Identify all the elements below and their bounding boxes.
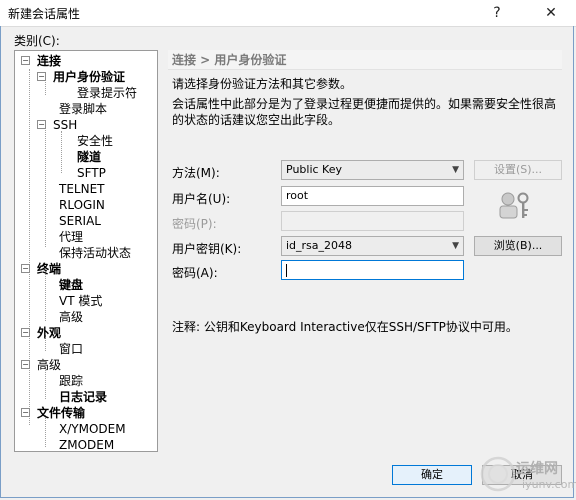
tree-item-login-prompt[interactable]: 登录提示符: [77, 85, 137, 101]
browse-button[interactable]: 浏览(B)...: [474, 236, 562, 256]
category-label: 类别(C):: [14, 34, 60, 48]
user-key-select[interactable]: id_rsa_2048 ▼: [281, 236, 464, 256]
tree-item-xymodem[interactable]: X/YMODEM: [59, 421, 126, 437]
password-input[interactable]: [281, 211, 464, 231]
tree-item-trace[interactable]: 跟踪: [59, 373, 83, 389]
tree-line: [61, 131, 62, 173]
user-key-value: id_rsa_2048: [286, 239, 353, 252]
help-button[interactable]: ?: [486, 2, 508, 24]
tree-item-rlogin[interactable]: RLOGIN: [59, 197, 105, 213]
tree-item-auth[interactable]: 用户身份验证: [53, 69, 125, 85]
tree-line: [45, 271, 46, 321]
text-caret: [286, 263, 287, 277]
description-line-3: 的状态的话建议您空出此字段。: [172, 113, 341, 127]
tree-item-telnet[interactable]: TELNET: [59, 181, 105, 197]
tree-item-window[interactable]: 窗口: [59, 341, 83, 357]
tree-item-filetransfer[interactable]: 文件传输: [37, 405, 85, 421]
tree-item-advanced[interactable]: 高级: [37, 357, 61, 373]
username-input[interactable]: root: [281, 186, 464, 206]
description-line-2: 会话属性中此部分是为了登录过程更便捷而提供的。如果需要安全性很高: [172, 97, 557, 111]
tree-item-vt-mode[interactable]: VT 模式: [59, 293, 102, 309]
method-label: 方法(M):: [172, 166, 220, 180]
tree-item-terminal-advanced[interactable]: 高级: [59, 309, 83, 325]
tree-item-login-script[interactable]: 登录脚本: [59, 101, 107, 117]
tree-item-zmodem[interactable]: ZMODEM: [59, 437, 114, 451]
ok-button[interactable]: 确定: [392, 465, 472, 485]
chevron-down-icon: ▼: [452, 165, 459, 175]
tree-item-security[interactable]: 安全性: [77, 133, 113, 149]
note-text: 注释: 公钥和Keyboard Interactive仅在SSH/SFTP协议中…: [172, 320, 518, 334]
tree-line: [45, 127, 46, 247]
tree-item-logging[interactable]: 日志记录: [59, 389, 107, 405]
tree-item-ssh[interactable]: SSH: [53, 117, 77, 133]
passphrase-input[interactable]: [281, 260, 464, 280]
method-select[interactable]: Public Key ▼: [281, 160, 464, 180]
tree-line: [29, 69, 30, 425]
tree-item-conn[interactable]: 连接: [37, 53, 61, 69]
tree-item-proxy[interactable]: 代理: [59, 229, 83, 245]
chevron-down-icon: ▼: [452, 241, 459, 251]
tree-item-keepalive[interactable]: 保持活动状态: [59, 245, 131, 261]
tree-item-appearance[interactable]: 外观: [37, 325, 61, 341]
username-label: 用户名(U):: [172, 192, 231, 206]
tree-item-sftp[interactable]: SFTP: [77, 165, 106, 181]
user-key-icon: [499, 192, 529, 219]
close-icon[interactable]: ✕: [540, 2, 562, 24]
method-value: Public Key: [286, 163, 342, 176]
tree-item-keyboard[interactable]: 键盘: [59, 277, 83, 293]
tree-item-serial[interactable]: SERIAL: [59, 213, 101, 229]
tree-item-terminal[interactable]: 终端: [37, 261, 61, 277]
category-tree[interactable]: − − − − − − − 连接 用户身份验证 登录提示符 登录脚本 SSH 安…: [14, 50, 158, 452]
passphrase-label: 密码(A):: [172, 266, 218, 280]
window-title: 新建会话属性: [8, 7, 81, 21]
password-label: 密码(P):: [172, 217, 217, 231]
user-key-label: 用户密钥(K):: [172, 242, 242, 256]
description-line-1: 请选择身份验证方法和其它参数。: [172, 77, 353, 91]
title-bar: 新建会话属性 ? ✕: [0, 0, 576, 27]
watermark-subtext: iyunv.com: [522, 478, 576, 491]
tree-item-tunnel[interactable]: 隧道: [77, 149, 101, 165]
settings-button[interactable]: 设置(S)...: [474, 160, 562, 180]
watermark-text: 运维网: [516, 461, 558, 477]
panel-header: 连接 > 用户身份验证: [168, 50, 562, 70]
